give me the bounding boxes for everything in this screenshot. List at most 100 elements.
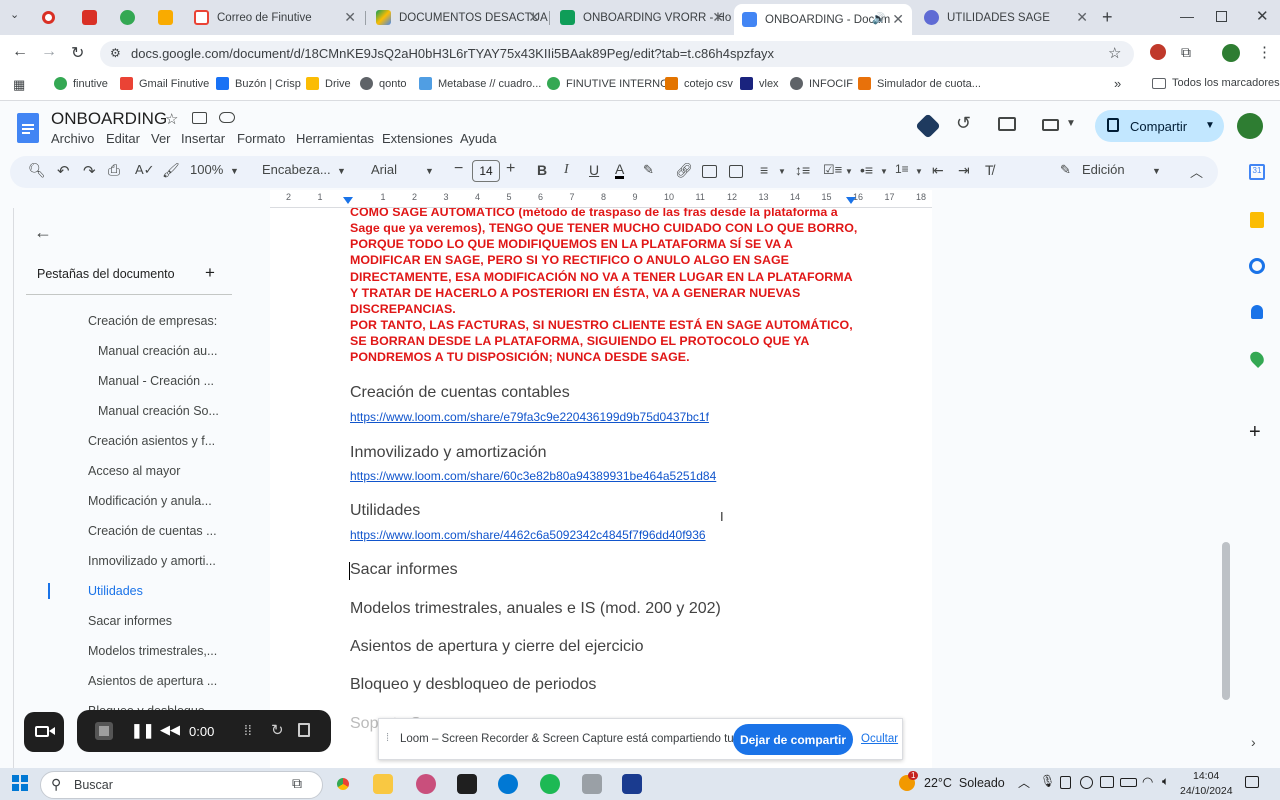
outline-item[interactable]: Sacar informes — [88, 614, 172, 628]
numbered-list-icon[interactable]: 1≡ — [895, 162, 909, 176]
collapse-menus-icon[interactable]: ︿ — [1190, 162, 1203, 181]
menu-ver[interactable]: Ver — [151, 131, 171, 146]
chrome-taskbar-icon[interactable] — [331, 772, 355, 796]
add-tab-button[interactable]: + — [205, 263, 215, 283]
image-icon[interactable] — [729, 165, 743, 178]
extension-icon[interactable] — [1150, 44, 1166, 60]
highlight-icon[interactable]: ✎ — [643, 162, 654, 178]
file-explorer-icon[interactable] — [373, 774, 393, 794]
bookmark-finutive-interno[interactable]: FINUTIVE INTERNO — [547, 77, 669, 90]
font-select[interactable]: Arial — [371, 162, 397, 177]
tab-utilidades[interactable]: UTILIDADES SAGE ✕ — [916, 4, 1096, 31]
tray-icon[interactable] — [1060, 776, 1071, 789]
app-taskbar-icon[interactable] — [622, 774, 642, 794]
text-color-icon[interactable]: A — [615, 162, 625, 179]
star-icon[interactable]: ☆ — [165, 110, 178, 128]
weather-text[interactable]: 22°C Soleado — [924, 776, 1005, 790]
outline-item[interactable]: Modelos trimestrales,... — [88, 644, 217, 658]
speaker-icon[interactable]: 🔊 — [872, 12, 886, 25]
wifi-icon[interactable]: ◠ — [1142, 774, 1153, 790]
tab-gmail[interactable]: Correo de Finutive ✕ — [186, 4, 364, 31]
bookmark-all[interactable]: Todos los marcadores — [1152, 77, 1280, 89]
chevron-down-icon[interactable]: ▼ — [915, 167, 923, 176]
outline-item[interactable]: Inmovilizado y amorti... — [88, 554, 216, 568]
clock-date[interactable]: 24/10/2024 — [1180, 785, 1233, 797]
spotify-icon[interactable] — [540, 774, 560, 794]
bookmark-qonto[interactable]: qonto — [360, 77, 407, 90]
print-icon[interactable]: ⎙ — [108, 162, 120, 179]
loom-camera-button[interactable] — [24, 712, 64, 752]
increase-indent-icon[interactable]: ⇥ — [958, 162, 970, 179]
back-arrow-icon[interactable]: ← — [34, 222, 52, 243]
star-icon[interactable]: ☆ — [1108, 44, 1121, 62]
close-window-button[interactable]: ✕ — [1256, 7, 1269, 25]
chevron-down-icon[interactable]: ▼ — [337, 166, 346, 176]
loom-link[interactable]: https://www.loom.com/share/e79fa3c9e2204… — [350, 410, 709, 424]
pause-icon[interactable]: ❚❚ — [131, 722, 154, 739]
document-title[interactable]: ONBOARDING — [51, 109, 167, 129]
clock-time[interactable]: 14:04 — [1193, 770, 1219, 782]
forward-icon[interactable]: → — [41, 43, 57, 61]
restart-icon[interactable]: ↻ — [271, 721, 284, 739]
tray-chevron-icon[interactable]: ︿ — [1018, 774, 1030, 791]
minimize-button[interactable]: — — [1180, 8, 1194, 24]
bookmark-finutive[interactable]: finutive — [54, 77, 108, 90]
expand-panel-icon[interactable]: › — [1251, 734, 1256, 750]
back-icon[interactable]: ← — [12, 43, 28, 61]
chevron-down-icon[interactable]: ▼ — [425, 166, 434, 176]
outline-item[interactable]: Modificación y anula... — [88, 494, 212, 508]
chevron-down-icon[interactable]: ▼ — [778, 167, 786, 176]
loom-link[interactable]: https://www.loom.com/share/60c3e82b80a94… — [350, 469, 716, 483]
spellcheck-icon[interactable]: A✓ — [135, 162, 155, 178]
chevron-down-icon[interactable]: ▼ — [1152, 166, 1161, 176]
vertical-ruler[interactable] — [0, 208, 14, 768]
scrollbar[interactable] — [1222, 542, 1230, 700]
bookmark-drive[interactable]: Drive — [306, 77, 351, 90]
menu-herramientas[interactable]: Herramientas — [296, 131, 374, 146]
loom-link[interactable]: https://www.loom.com/share/4462c6a509234… — [350, 528, 706, 542]
tray-icon[interactable] — [1100, 776, 1114, 788]
stop-sharing-button[interactable]: Dejar de compartir — [733, 724, 853, 755]
underline-icon[interactable]: U — [589, 162, 599, 178]
checklist-icon[interactable]: ☑≡ — [823, 162, 842, 178]
add-comment-icon[interactable] — [702, 165, 717, 178]
avatar[interactable] — [1237, 113, 1263, 139]
drag-handle-icon[interactable]: ⁞ — [386, 732, 389, 744]
calendar-icon[interactable]: 31 — [1249, 164, 1265, 180]
line-spacing-icon[interactable]: ↕≡ — [795, 162, 810, 178]
redo-icon[interactable]: ↷ — [83, 162, 96, 180]
close-icon[interactable]: ✕ — [712, 9, 724, 26]
tray-icon[interactable] — [1080, 776, 1093, 789]
mode-select[interactable]: Edición — [1082, 162, 1125, 177]
close-icon[interactable]: ✕ — [528, 9, 540, 26]
puzzle-icon[interactable]: ⧉ — [1181, 44, 1191, 61]
bookmark-crisp[interactable]: Buzón | Crisp — [216, 77, 301, 90]
clear-format-icon[interactable]: T̸ — [985, 162, 994, 178]
browser-menu-icon[interactable]: ⋮ — [1257, 43, 1272, 61]
tab-0[interactable] — [34, 4, 64, 31]
menu-archivo[interactable]: Archivo — [51, 131, 94, 146]
microphone-icon[interactable]: 🎙︎ — [1040, 774, 1055, 788]
move-folder-icon[interactable] — [192, 112, 207, 124]
search-icon[interactable]: 🔍︎ — [28, 162, 46, 179]
rewind-icon[interactable]: ◀◀ — [160, 722, 180, 738]
stop-recording-button[interactable] — [95, 722, 113, 740]
maximize-button[interactable] — [1216, 11, 1227, 22]
cloud-status-icon[interactable] — [219, 112, 235, 123]
chevron-down-icon[interactable]: ▼ — [880, 167, 888, 176]
comments-icon[interactable] — [998, 117, 1016, 131]
chevron-down-icon[interactable]: ▼ — [230, 166, 239, 176]
add-addon-icon[interactable]: + — [1249, 421, 1261, 444]
bookmark-gmail[interactable]: Gmail Finutive — [120, 77, 209, 90]
more-bookmarks-icon[interactable]: » — [1114, 76, 1121, 91]
site-info-icon[interactable]: ⚙ — [110, 46, 121, 60]
close-icon[interactable]: ✕ — [344, 9, 356, 26]
menu-ayuda[interactable]: Ayuda — [460, 131, 497, 146]
taskbar-search-input[interactable]: ⚲ Buscar — [40, 771, 323, 799]
decrease-size-icon[interactable]: − — [454, 160, 463, 178]
docs-logo-icon[interactable] — [17, 113, 39, 143]
tab-2[interactable] — [112, 4, 142, 31]
outline-item[interactable]: Manual creación au... — [98, 344, 218, 358]
chevron-down-icon[interactable]: ▼ — [1205, 120, 1215, 131]
outline-item[interactable]: Creación de cuentas ... — [88, 524, 217, 538]
